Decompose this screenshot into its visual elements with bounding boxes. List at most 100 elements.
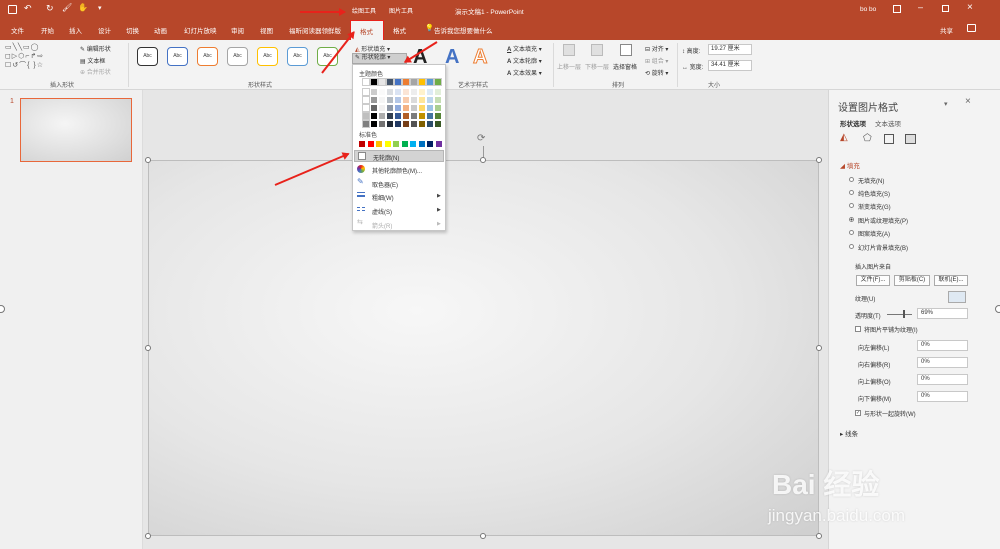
offset-bottom-input[interactable]: 0% — [917, 391, 968, 402]
radio-pattern-fill[interactable] — [849, 230, 854, 235]
theme-color-swatch[interactable] — [371, 121, 377, 127]
weight-item[interactable]: 粗细(W) — [372, 193, 394, 202]
resize-handle-sw[interactable] — [145, 533, 151, 539]
shape-fill-button[interactable]: ◭ 形状填充 ▾ — [355, 44, 390, 53]
close-icon[interactable]: × — [967, 2, 973, 13]
theme-color-swatch[interactable] — [427, 105, 433, 111]
edit-shape-button[interactable]: ✎ 编辑形状 — [80, 44, 111, 53]
theme-color-swatch[interactable] — [402, 78, 410, 86]
theme-color-swatch[interactable] — [362, 88, 370, 96]
tab-transitions[interactable]: 切换 — [126, 25, 139, 35]
theme-color-swatch[interactable] — [371, 89, 377, 95]
dashes-item[interactable]: 虚线(S) — [372, 207, 392, 216]
theme-color-swatch[interactable] — [362, 112, 370, 120]
save-icon[interactable] — [8, 5, 17, 14]
pane-close-icon[interactable]: × — [965, 96, 971, 107]
resize-handle-nw[interactable] — [145, 157, 151, 163]
standard-color-swatch[interactable] — [367, 141, 374, 147]
theme-color-swatch[interactable] — [411, 105, 417, 111]
shape-style-4[interactable]: Abc — [227, 47, 248, 66]
textbox-button[interactable]: ▤ 文本框 — [80, 56, 105, 65]
eyedropper-item[interactable]: 取色器(E) — [372, 180, 398, 189]
tab-design[interactable]: 设计 — [98, 25, 111, 35]
offset-top-input[interactable]: 0% — [917, 374, 968, 385]
effects-icon[interactable]: ⬠ — [863, 133, 872, 144]
theme-color-swatch[interactable] — [403, 97, 409, 103]
tab-format-picture[interactable]: 格式 — [393, 25, 406, 35]
text-outline-button[interactable]: A 文本轮廓 ▾ — [507, 56, 542, 65]
touch-mode-icon[interactable]: ✋ — [78, 3, 88, 12]
undo-icon[interactable]: ↶ — [24, 3, 32, 14]
slide-picture-shape[interactable] — [148, 160, 819, 536]
resize-handle-e[interactable] — [816, 345, 822, 351]
theme-color-swatch[interactable] — [395, 121, 401, 127]
theme-color-swatch[interactable] — [362, 78, 370, 86]
tab-file[interactable]: 文件 — [11, 25, 24, 35]
theme-color-swatch[interactable] — [378, 78, 386, 86]
theme-color-swatch[interactable] — [395, 113, 401, 119]
standard-color-swatch[interactable] — [435, 141, 442, 147]
theme-color-swatch[interactable] — [427, 121, 433, 127]
theme-color-swatch[interactable] — [371, 105, 377, 111]
offset-left-input[interactable]: 0% — [917, 340, 968, 351]
theme-color-swatch[interactable] — [435, 113, 441, 119]
tab-animations[interactable]: 动画 — [154, 25, 167, 35]
theme-color-swatch[interactable] — [419, 105, 425, 111]
theme-color-swatch[interactable] — [403, 89, 409, 95]
theme-color-swatch[interactable] — [394, 78, 402, 86]
comment-icon[interactable] — [967, 24, 976, 32]
text-fill-button[interactable]: A 文本填充 ▾ — [507, 44, 542, 53]
theme-color-swatch[interactable] — [379, 113, 385, 119]
radio-background-fill[interactable] — [849, 244, 854, 249]
shape-style-5[interactable]: Abc — [257, 47, 278, 66]
theme-color-swatch[interactable] — [386, 78, 394, 86]
transparency-slider-thumb[interactable] — [903, 310, 905, 318]
wordart-style-orange-outline[interactable]: A — [472, 46, 487, 69]
standard-color-swatch[interactable] — [418, 141, 425, 147]
wordart-style-blue[interactable]: A — [445, 46, 459, 69]
no-outline-item[interactable]: 无轮廓(N) — [354, 150, 444, 162]
fill-option-solid[interactable]: 纯色填充(S) — [858, 189, 890, 198]
theme-color-swatch[interactable] — [387, 97, 393, 103]
standard-color-swatch[interactable] — [401, 141, 408, 147]
theme-color-swatch[interactable] — [395, 89, 401, 95]
theme-color-swatch[interactable] — [371, 97, 377, 103]
theme-color-swatch[interactable] — [362, 120, 370, 128]
file-button[interactable]: 文件(F)... — [856, 275, 890, 286]
theme-color-swatch[interactable] — [362, 96, 370, 104]
rotate-button[interactable]: ⟲ 旋转 ▾ — [645, 68, 668, 77]
tab-view[interactable]: 视图 — [260, 25, 273, 35]
theme-color-swatch[interactable] — [403, 113, 409, 119]
height-input[interactable]: 19.27 厘米 — [708, 44, 752, 55]
shape-gallery[interactable]: ▭╲╲▭◯ ◻▷⬡⌐↱⇨ ☐↺⌒{ }☆ — [5, 43, 75, 75]
resize-handle-w[interactable] — [145, 345, 151, 351]
theme-color-swatch[interactable] — [427, 89, 433, 95]
restore-icon[interactable] — [942, 5, 949, 12]
align-button[interactable]: ⊟ 对齐 ▾ — [645, 44, 668, 53]
group-button[interactable]: ⊞ 组合 ▾ — [645, 56, 668, 65]
theme-color-swatch[interactable] — [418, 78, 426, 86]
standard-color-swatch[interactable] — [393, 141, 399, 147]
resize-handle-n[interactable] — [480, 157, 486, 163]
shape-outline-button[interactable]: ✎ 形状轮廓 ▾ — [352, 53, 407, 64]
radio-gradient-fill[interactable] — [849, 203, 854, 208]
selection-pane-button[interactable]: 选择窗格 — [613, 62, 637, 71]
clipboard-button[interactable]: 剪贴板(C) — [894, 275, 930, 286]
resize-handle-se[interactable] — [816, 533, 822, 539]
theme-color-swatch[interactable] — [411, 89, 417, 95]
standard-color-swatch[interactable] — [410, 141, 416, 147]
rotate-with-shape-checkbox[interactable]: ✓ — [855, 410, 861, 416]
theme-color-swatch[interactable] — [403, 105, 409, 111]
theme-color-swatch[interactable] — [434, 78, 442, 86]
tab-review[interactable]: 审阅 — [231, 25, 244, 35]
theme-color-swatch[interactable] — [419, 89, 425, 95]
fill-section-header[interactable]: ◢ 填充 — [840, 160, 860, 170]
theme-color-swatch[interactable] — [419, 97, 425, 103]
theme-color-swatch[interactable] — [387, 113, 393, 119]
theme-color-swatch[interactable] — [395, 97, 401, 103]
more-colors-item[interactable]: 其他轮廓颜色(M)... — [372, 166, 422, 175]
tab-slideshow[interactable]: 幻灯片放映 — [184, 25, 217, 35]
fill-option-slide-background[interactable]: 幻灯片背景填充(B) — [858, 243, 908, 252]
resize-handle-ne[interactable] — [816, 157, 822, 163]
fill-option-gradient[interactable]: 渐变填充(G) — [858, 202, 891, 211]
